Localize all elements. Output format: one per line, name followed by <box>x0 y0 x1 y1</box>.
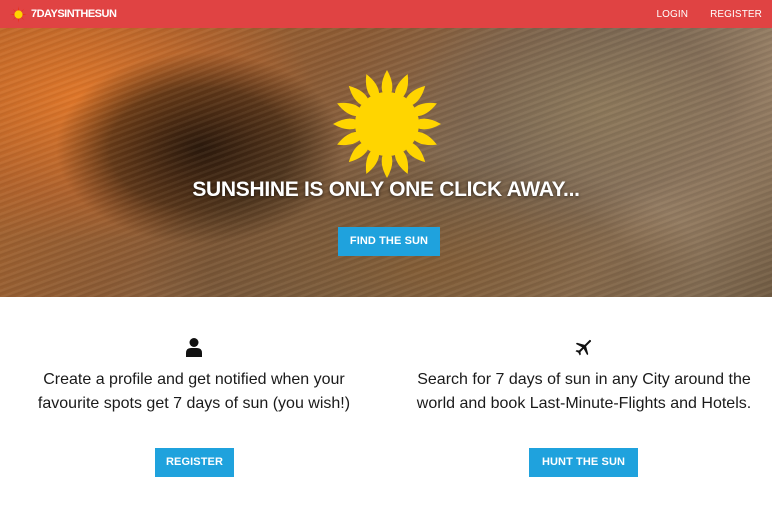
login-link[interactable]: LOGIN <box>656 9 688 20</box>
brand-link[interactable]: 7DAYSINTHESUN <box>10 5 117 23</box>
hero-banner: SUNSHINE IS ONLY ONE CLICK AWAY... FIND … <box>0 28 772 297</box>
sun-icon <box>10 5 27 23</box>
brand-name: 7DAYSINTHESUN <box>31 8 117 20</box>
feature-register: Create a profile and get notified when y… <box>20 337 368 416</box>
find-the-sun-button[interactable]: FIND THE SUN <box>338 227 440 256</box>
feature-register-text: Create a profile and get notified when y… <box>37 371 351 412</box>
hunt-the-sun-button[interactable]: HUNT THE SUN <box>529 448 638 477</box>
feature-hunt: Search for 7 days of sun in any City aro… <box>408 337 760 416</box>
user-icon <box>186 338 202 357</box>
sun-icon <box>333 70 441 178</box>
top-navbar: 7DAYSINTHESUN LOGIN REGISTER <box>0 0 772 28</box>
register-link[interactable]: REGISTER <box>710 9 762 20</box>
nav-links: LOGIN REGISTER <box>656 9 762 20</box>
feature-hunt-text: Search for 7 days of sun in any City aro… <box>416 371 752 412</box>
hero-headline: SUNSHINE IS ONLY ONE CLICK AWAY... <box>192 178 580 201</box>
register-button[interactable]: REGISTER <box>155 448 234 477</box>
airplane-icon <box>575 339 592 356</box>
